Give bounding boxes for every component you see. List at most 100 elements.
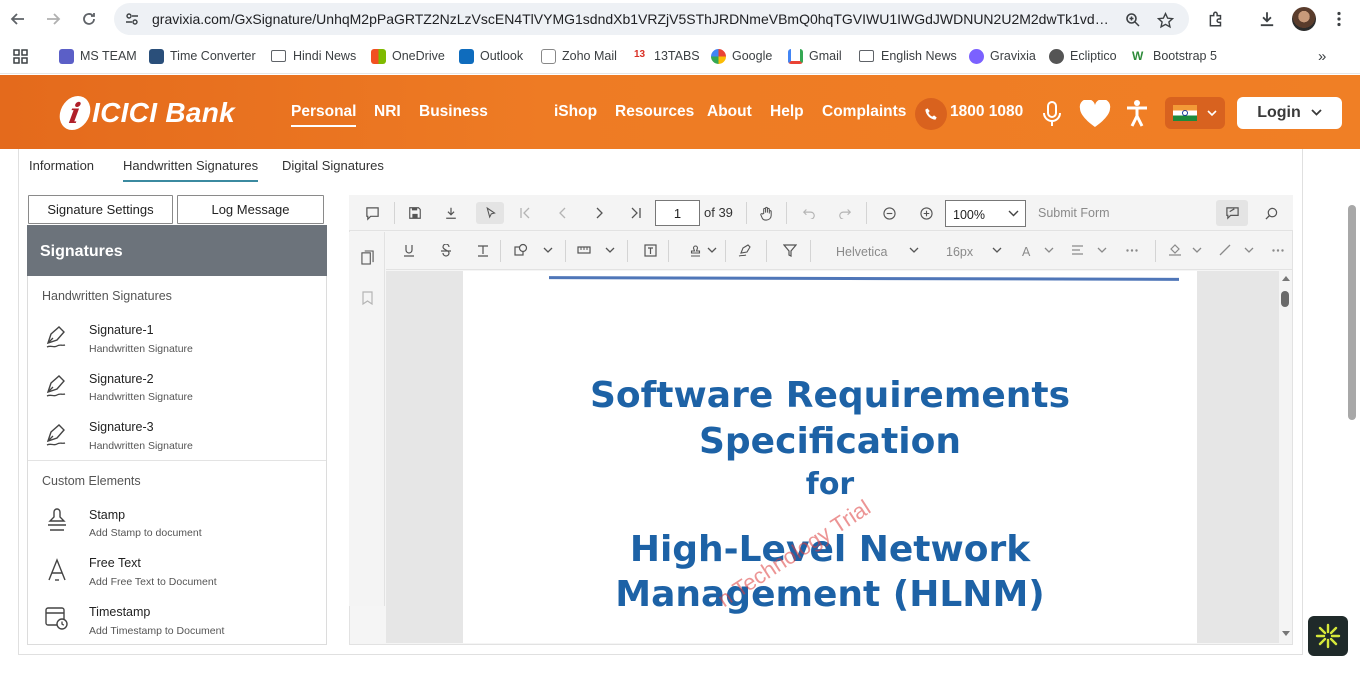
assistant-widget-button[interactable] <box>1308 616 1348 656</box>
chevron-down-icon[interactable] <box>903 239 925 261</box>
nav-resources[interactable]: Resources <box>615 103 694 121</box>
custom-item-timestamp[interactable]: Timestamp <box>89 605 150 619</box>
redo-icon[interactable] <box>834 202 856 224</box>
log-message-button[interactable]: Log Message <box>177 195 324 224</box>
bookmark-gravixia[interactable]: Gravixia <box>969 47 1036 65</box>
apps-grid-icon[interactable] <box>13 47 28 65</box>
signature-settings-button[interactable]: Signature Settings <box>28 195 173 224</box>
page-scrollbar-thumb[interactable] <box>1348 205 1356 420</box>
shape-tool-icon[interactable] <box>510 239 532 261</box>
font-family-select[interactable]: Helvetica <box>836 245 887 259</box>
zoom-search-icon[interactable] <box>1123 10 1143 30</box>
url-text[interactable]: gravixia.com/GxSignature/UnhqM2pPaGRTZ2N… <box>152 11 1112 27</box>
download-icon[interactable] <box>440 202 462 224</box>
signature-item-2[interactable]: Signature-2 <box>89 372 154 386</box>
stroke-color-icon[interactable] <box>1214 239 1236 261</box>
bookmark-hindi-news[interactable]: Hindi News <box>271 47 356 65</box>
login-button[interactable]: Login <box>1237 97 1342 129</box>
document-scrollbar[interactable] <box>1279 271 1292 643</box>
more-options-icon[interactable] <box>1267 239 1289 261</box>
free-text-tool-icon[interactable] <box>639 239 661 261</box>
extensions-icon[interactable] <box>1204 7 1228 31</box>
more-bookmarks-icon[interactable]: » <box>1318 47 1326 65</box>
pdf-page[interactable]: Software Requirements Specification for … <box>463 271 1197 643</box>
tab-digital-signatures[interactable]: Digital Signatures <box>282 158 384 173</box>
search-icon[interactable] <box>1260 202 1282 224</box>
bookmark-star-icon[interactable] <box>1155 10 1175 30</box>
submit-form-button[interactable]: Submit Form <box>1038 206 1110 220</box>
zoom-dropdown[interactable]: 100% <box>945 200 1026 227</box>
chevron-down-icon[interactable] <box>986 239 1008 261</box>
custom-item-free-text[interactable]: Free Text <box>89 556 141 570</box>
font-size-select[interactable]: 16px <box>946 245 973 259</box>
nav-about[interactable]: About <box>707 103 752 121</box>
bookmark-zoho-mail[interactable]: Zoho Mail <box>541 47 617 65</box>
document-canvas[interactable]: Software Requirements Specification for … <box>386 271 1279 643</box>
page-thumbnails-icon[interactable] <box>356 246 378 268</box>
comment-panel-icon[interactable] <box>361 202 383 224</box>
bookmark-google[interactable]: Google <box>711 47 772 65</box>
undo-icon[interactable] <box>798 202 820 224</box>
nav-help[interactable]: Help <box>770 103 804 121</box>
first-page-icon[interactable] <box>514 202 536 224</box>
save-icon[interactable] <box>404 202 426 224</box>
chevron-down-icon[interactable] <box>1238 239 1260 261</box>
nav-complaints[interactable]: Complaints <box>822 103 906 121</box>
scroll-down-icon[interactable] <box>1282 631 1290 637</box>
signature-tool-icon[interactable] <box>734 239 756 261</box>
font-color-icon[interactable]: A <box>1022 245 1030 259</box>
select-pointer-icon[interactable] <box>476 202 504 224</box>
downloads-icon[interactable] <box>1255 7 1279 31</box>
heart-icon[interactable] <box>1078 99 1112 129</box>
bookmark-ms-team[interactable]: MS TEAM <box>59 47 137 65</box>
chevron-down-icon[interactable] <box>1091 239 1113 261</box>
phone-number[interactable]: 1800 1080 <box>950 103 1023 121</box>
microphone-icon[interactable] <box>1040 100 1064 128</box>
text-align-icon[interactable] <box>1066 239 1088 261</box>
bookmark-time-converter[interactable]: Time Converter <box>149 47 256 65</box>
signature-item-1[interactable]: Signature-1 <box>89 323 154 337</box>
custom-item-stamp[interactable]: Stamp <box>89 508 125 522</box>
bookmark-outlook[interactable]: Outlook <box>459 47 523 65</box>
previous-page-icon[interactable] <box>552 202 574 224</box>
bookmark-icon[interactable] <box>356 287 378 309</box>
bookmark-bootstrap-5[interactable]: W Bootstrap 5 <box>1132 47 1217 65</box>
tab-information[interactable]: Information <box>29 158 94 173</box>
forward-icon[interactable] <box>41 7 65 31</box>
underline-icon[interactable] <box>398 239 420 261</box>
site-settings-icon[interactable] <box>122 9 142 29</box>
last-page-icon[interactable] <box>625 202 647 224</box>
signature-item-3[interactable]: Signature-3 <box>89 420 154 434</box>
reload-icon[interactable] <box>77 7 101 31</box>
chevron-down-icon[interactable] <box>1186 239 1208 261</box>
accessibility-icon[interactable] <box>1124 98 1150 128</box>
zoom-out-icon[interactable] <box>878 202 900 224</box>
document-scrollbar-thumb[interactable] <box>1281 291 1289 307</box>
chevron-down-icon[interactable] <box>537 239 559 261</box>
nav-business[interactable]: Business <box>419 103 488 121</box>
bookmark-english-news[interactable]: English News <box>859 47 957 65</box>
chevron-down-icon[interactable] <box>1038 239 1060 261</box>
annotation-edit-icon[interactable] <box>1216 200 1248 226</box>
page-number-input[interactable]: 1 <box>655 200 700 226</box>
browser-menu-icon[interactable] <box>1327 7 1351 31</box>
pan-hand-icon[interactable] <box>755 202 777 224</box>
more-options-icon[interactable] <box>1121 239 1143 261</box>
icici-logo[interactable]: i ICICI Bank <box>57 95 235 131</box>
form-designer-icon[interactable] <box>779 239 801 261</box>
address-bar[interactable]: gravixia.com/GxSignature/UnhqM2pPaGRTZ2N… <box>114 3 1189 35</box>
bookmark-13tabs[interactable]: 13 13TABS <box>634 47 700 65</box>
bookmark-gmail[interactable]: Gmail <box>788 47 842 65</box>
profile-avatar[interactable] <box>1292 7 1316 31</box>
scroll-up-icon[interactable] <box>1282 275 1290 281</box>
fill-color-icon[interactable] <box>1164 239 1186 261</box>
bookmark-ecliptico[interactable]: Ecliptico <box>1049 47 1117 65</box>
zoom-in-icon[interactable] <box>915 202 937 224</box>
nav-personal[interactable]: Personal <box>291 103 357 127</box>
next-page-icon[interactable] <box>588 202 610 224</box>
strikethrough-icon[interactable] <box>435 239 457 261</box>
phone-icon[interactable] <box>915 98 947 130</box>
back-icon[interactable] <box>6 7 30 31</box>
country-selector[interactable] <box>1165 97 1225 129</box>
nav-ishop[interactable]: iShop <box>554 103 597 121</box>
